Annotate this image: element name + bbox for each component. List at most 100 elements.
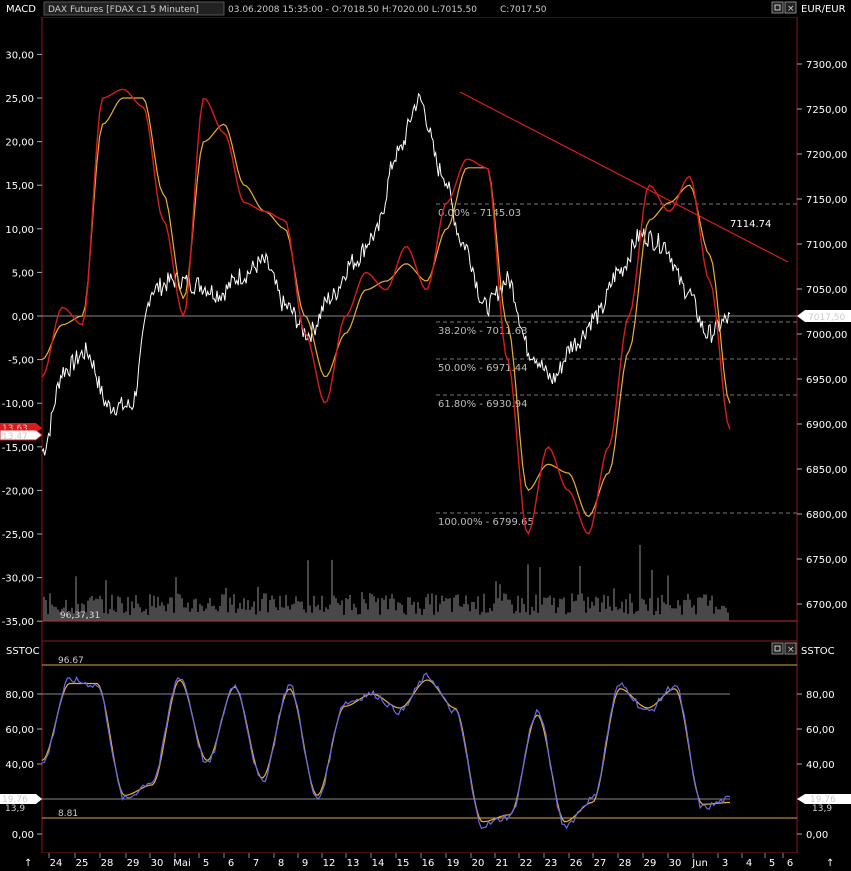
right-tick-label: 7150,00 <box>806 195 847 206</box>
x-tick-label: 24 <box>50 858 63 869</box>
sstoc-label: SSTOC <box>6 646 40 657</box>
left-tick-label: 10,00 <box>5 225 34 236</box>
bottom-pane-frame <box>41 640 798 854</box>
right-tick-label: 7050,00 <box>806 285 847 296</box>
x-tick-label: 21 <box>496 858 509 869</box>
svg-text:7017,50: 7017,50 <box>808 313 845 323</box>
upper-level-label: 96.67 <box>58 656 84 666</box>
svg-text:13,9: 13,9 <box>812 804 832 814</box>
scroll-left-arrow[interactable]: ↑ <box>24 858 32 869</box>
x-tick-label: 6 <box>787 858 793 869</box>
left-tick-label: -35,00 <box>2 617 34 628</box>
x-tick-label: 22 <box>520 858 533 869</box>
price-tag: 7017,50 <box>797 310 851 323</box>
right-tick-label: 6950,00 <box>806 375 847 386</box>
left-y-axis: 30,00 25,00 20,00 15,00 10,00 5,00 0,00 -5,00 -1… <box>2 50 42 628</box>
volume-label: 96,37,31 <box>60 611 100 621</box>
right-tick-label: 7000,00 <box>806 330 847 341</box>
right-tick-label: 7100,00 <box>806 240 847 251</box>
left-tick-label: 5,00 <box>12 268 34 279</box>
left-tick-label: -10,00 <box>2 399 34 410</box>
x-tick-label: 6 <box>228 858 234 869</box>
x-tick-label: 5 <box>203 858 209 869</box>
x-tick-label: 16 <box>422 858 435 869</box>
restore-sstoc-button[interactable] <box>771 642 784 655</box>
stoch-tick-label-left: 80,00 <box>5 690 34 701</box>
x-tick-label: 14 <box>372 858 385 869</box>
macd-label: MACD <box>6 4 36 15</box>
stoch-tick-label-left: 60,00 <box>5 725 34 736</box>
x-tick-label: 19 <box>447 858 460 869</box>
x-tick-label: Mai <box>173 858 191 869</box>
x-tick-label: 30 <box>669 858 682 869</box>
right-tick-label: 7300,00 <box>806 60 847 71</box>
right-tick-label: 6800,00 <box>806 510 847 521</box>
stoch-tags-right: 19,76 13,9 <box>797 794 851 814</box>
x-tick-label: 28 <box>101 858 114 869</box>
left-tick-label: 25,00 <box>5 94 34 105</box>
stoch-tick-label-left: 0,00 <box>12 830 34 841</box>
ohlc-readout: 03.06.2008 15:35:00 - O:7018.50 H:7020.0… <box>228 5 477 15</box>
x-tick-label: 9 <box>302 858 308 869</box>
right-tick-label: 6850,00 <box>806 465 847 476</box>
left-tick-label: -30,00 <box>2 574 34 585</box>
close-pane-button[interactable]: × <box>784 1 797 14</box>
x-tick-label: 8 <box>278 858 284 869</box>
x-tick-label: 29 <box>127 858 140 869</box>
svg-text:×: × <box>787 4 795 14</box>
x-tick-label: 27 <box>594 858 607 869</box>
x-tick-label: 20 <box>472 858 485 869</box>
left-tick-label: 0,00 <box>12 312 34 323</box>
left-tick-label: 30,00 <box>5 50 34 61</box>
lower-level-label: 8.81 <box>58 809 78 819</box>
fib-label-0: 0.00% - 7145.03 <box>438 208 521 219</box>
x-tick-label: 3 <box>722 858 728 869</box>
left-tick-label: 20,00 <box>5 138 34 149</box>
left-tick-label: -15,00 <box>2 443 34 454</box>
right-tick-label: 6700,00 <box>806 600 847 611</box>
x-tick-label: 13 <box>347 858 360 869</box>
sstoc-label-right: SSTOC <box>801 646 835 657</box>
fib-label-100: 100.00% - 6799.65 <box>438 517 534 528</box>
right-tick-label: 6750,00 <box>806 555 847 566</box>
left-tick-label: 15,00 <box>5 181 34 192</box>
macd-tags: 13,63 13,47 <box>0 423 43 442</box>
close-sstoc-button[interactable]: × <box>784 642 797 655</box>
chart-area: MACD DAX Futures [FDAX c1 5 Minuten] 03.… <box>0 0 851 871</box>
x-tick-label: 15 <box>397 858 410 869</box>
right-tick-label: 6900,00 <box>806 420 847 431</box>
restore-pane-button[interactable] <box>771 1 784 14</box>
svg-text:×: × <box>787 645 795 655</box>
svg-text:13,9: 13,9 <box>5 804 25 814</box>
right-tick-label: 7200,00 <box>806 150 847 161</box>
scroll-right-arrow[interactable]: ↑ <box>826 858 834 869</box>
x-tick-label: 23 <box>545 858 558 869</box>
top-pane-frame <box>41 16 798 642</box>
stoch-tick-label-right: 0,00 <box>806 830 828 841</box>
x-tick-label: 29 <box>644 858 657 869</box>
currency-label: EUR/EUR <box>801 4 846 15</box>
stoch-tick-label-right: 60,00 <box>806 725 835 736</box>
left-tick-label: -5,00 <box>8 356 34 367</box>
x-tick-label: 26 <box>570 858 583 869</box>
svg-text:13,47: 13,47 <box>2 432 28 442</box>
x-tick-label: 12 <box>323 858 336 869</box>
instrument-label: DAX Futures [FDAX c1 5 Minuten] <box>48 5 199 15</box>
right-tick-label: 7250,00 <box>806 105 847 116</box>
stoch-tick-label-right: 80,00 <box>806 690 835 701</box>
x-tick-label: 28 <box>619 858 632 869</box>
stoch-tags-left: 19,76 13,9 <box>0 794 42 814</box>
fib-label-382: 38.20% - 7011.63 <box>438 326 527 337</box>
x-tick-label: 7 <box>253 858 259 869</box>
x-tick-label: Jun <box>691 858 708 869</box>
right-y-axis: 7300,00 7250,00 7200,00 7150,00 7100,00 7050,… <box>797 60 847 611</box>
close-readout: C:7017.50 <box>500 5 547 15</box>
trendline-value: 7114.74 <box>730 219 771 230</box>
x-tick-label: 30 <box>151 858 164 869</box>
left-tick-label: -25,00 <box>2 530 34 541</box>
x-tick-label: 5 <box>769 858 775 869</box>
left-tick-label: -20,00 <box>2 486 34 497</box>
x-tick-label: 4 <box>746 858 752 869</box>
x-tick-label: 25 <box>76 858 89 869</box>
stoch-tick-label-left: 40,00 <box>5 760 34 771</box>
